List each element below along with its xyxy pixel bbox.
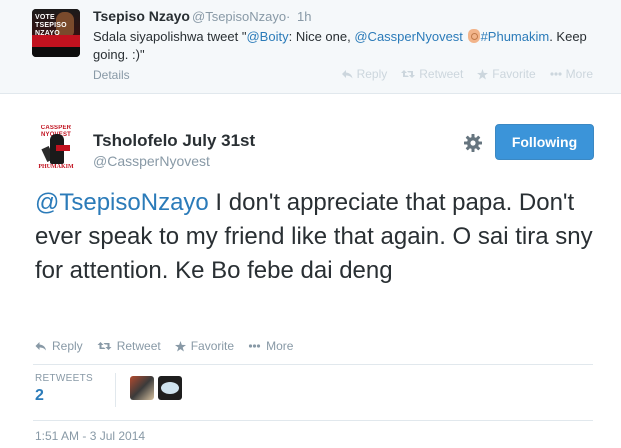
divider (33, 420, 593, 421)
parent-favorite-button[interactable]: Favorite (477, 67, 536, 81)
mention-tsepiso[interactable]: @TsepisoNzayo (35, 189, 209, 216)
author-handle[interactable]: @CassperNyovest (93, 153, 210, 169)
retweet-icon (401, 70, 416, 78)
tweet-text: @TsepisoNzayo I don't appreciate that pa… (35, 186, 595, 288)
ellipsis-icon (550, 72, 562, 76)
parent-tweet[interactable]: VOTE TSEPISO NZAYO Tsepiso Nzayo @Tsepis… (0, 0, 621, 94)
mention-boity[interactable]: @Boity (246, 29, 288, 44)
reply-icon (341, 70, 353, 79)
retweet-button[interactable]: Retweet (97, 339, 161, 353)
parent-more-button[interactable]: More (550, 67, 593, 81)
star-icon (174, 340, 186, 352)
parent-time-separator: · (286, 9, 291, 24)
stats-separator (115, 373, 116, 407)
retweets-label: RETWEETS (35, 373, 93, 384)
mention-cassper[interactable]: @CassperNyovest (354, 29, 463, 44)
tweet-date[interactable]: 1:51 AM - 3 Jul 2014 (35, 429, 145, 443)
main-avatar[interactable]: CASSPER NYOVEST PHUMAKIM (32, 125, 80, 173)
retweet-icon (97, 342, 112, 350)
parent-reply-label: Reply (356, 67, 388, 81)
author-name[interactable]: Tsholofelo July 31st (93, 131, 255, 151)
more-button[interactable]: More (248, 339, 293, 353)
ok-hand-emoji-icon (467, 29, 480, 43)
parent-retweet-label: Retweet (419, 67, 464, 81)
hashtag-phumakim[interactable]: #Phumakim (481, 29, 550, 44)
reply-label: Reply (52, 339, 83, 353)
divider (33, 364, 593, 365)
reply-icon (35, 342, 46, 351)
following-button[interactable]: Following (495, 124, 594, 160)
parent-author-handle[interactable]: @TsepisoNzayo (192, 9, 286, 24)
retweets-count[interactable]: 2 (35, 387, 44, 405)
favorite-button[interactable]: Favorite (174, 339, 235, 353)
favorite-label: Favorite (190, 339, 235, 353)
reply-button[interactable]: Reply (35, 339, 83, 353)
retweeter-avatar[interactable] (130, 376, 154, 400)
parent-text-part2: : Nice one, (288, 29, 355, 44)
avatar-bottom-text: PHUMAKIM (38, 164, 74, 170)
parent-actions: Reply Retweet Favorite More (341, 67, 593, 81)
tweet-actions: Reply Retweet Favorite More (35, 339, 293, 353)
parent-tweet-text: Sdala siyapolishwa tweet "@Boity: Nice o… (93, 28, 603, 64)
ellipsis-icon (248, 344, 261, 348)
retweeter-avatar[interactable] (158, 376, 182, 400)
details-link[interactable]: Details (93, 68, 130, 82)
parent-timestamp[interactable]: 1h (297, 9, 311, 24)
parent-favorite-label: Favorite (492, 67, 536, 81)
parent-reply-button[interactable]: Reply (341, 67, 388, 81)
avatar-poster-bottom (32, 47, 80, 57)
parent-text-part1: Sdala siyapolishwa tweet " (93, 29, 247, 44)
parent-avatar[interactable]: VOTE TSEPISO NZAYO (32, 9, 80, 57)
parent-author-name[interactable]: Tsepiso Nzayo (93, 8, 190, 24)
parent-more-label: More (565, 67, 593, 81)
gear-icon[interactable] (463, 133, 483, 153)
retweet-label: Retweet (116, 339, 161, 353)
avatar-poster-text: VOTE TSEPISO NZAYO (35, 14, 67, 37)
avatar-red-accent (56, 145, 70, 151)
parent-retweet-button[interactable]: Retweet (401, 67, 463, 81)
more-label: More (266, 339, 294, 353)
star-icon (477, 68, 489, 80)
